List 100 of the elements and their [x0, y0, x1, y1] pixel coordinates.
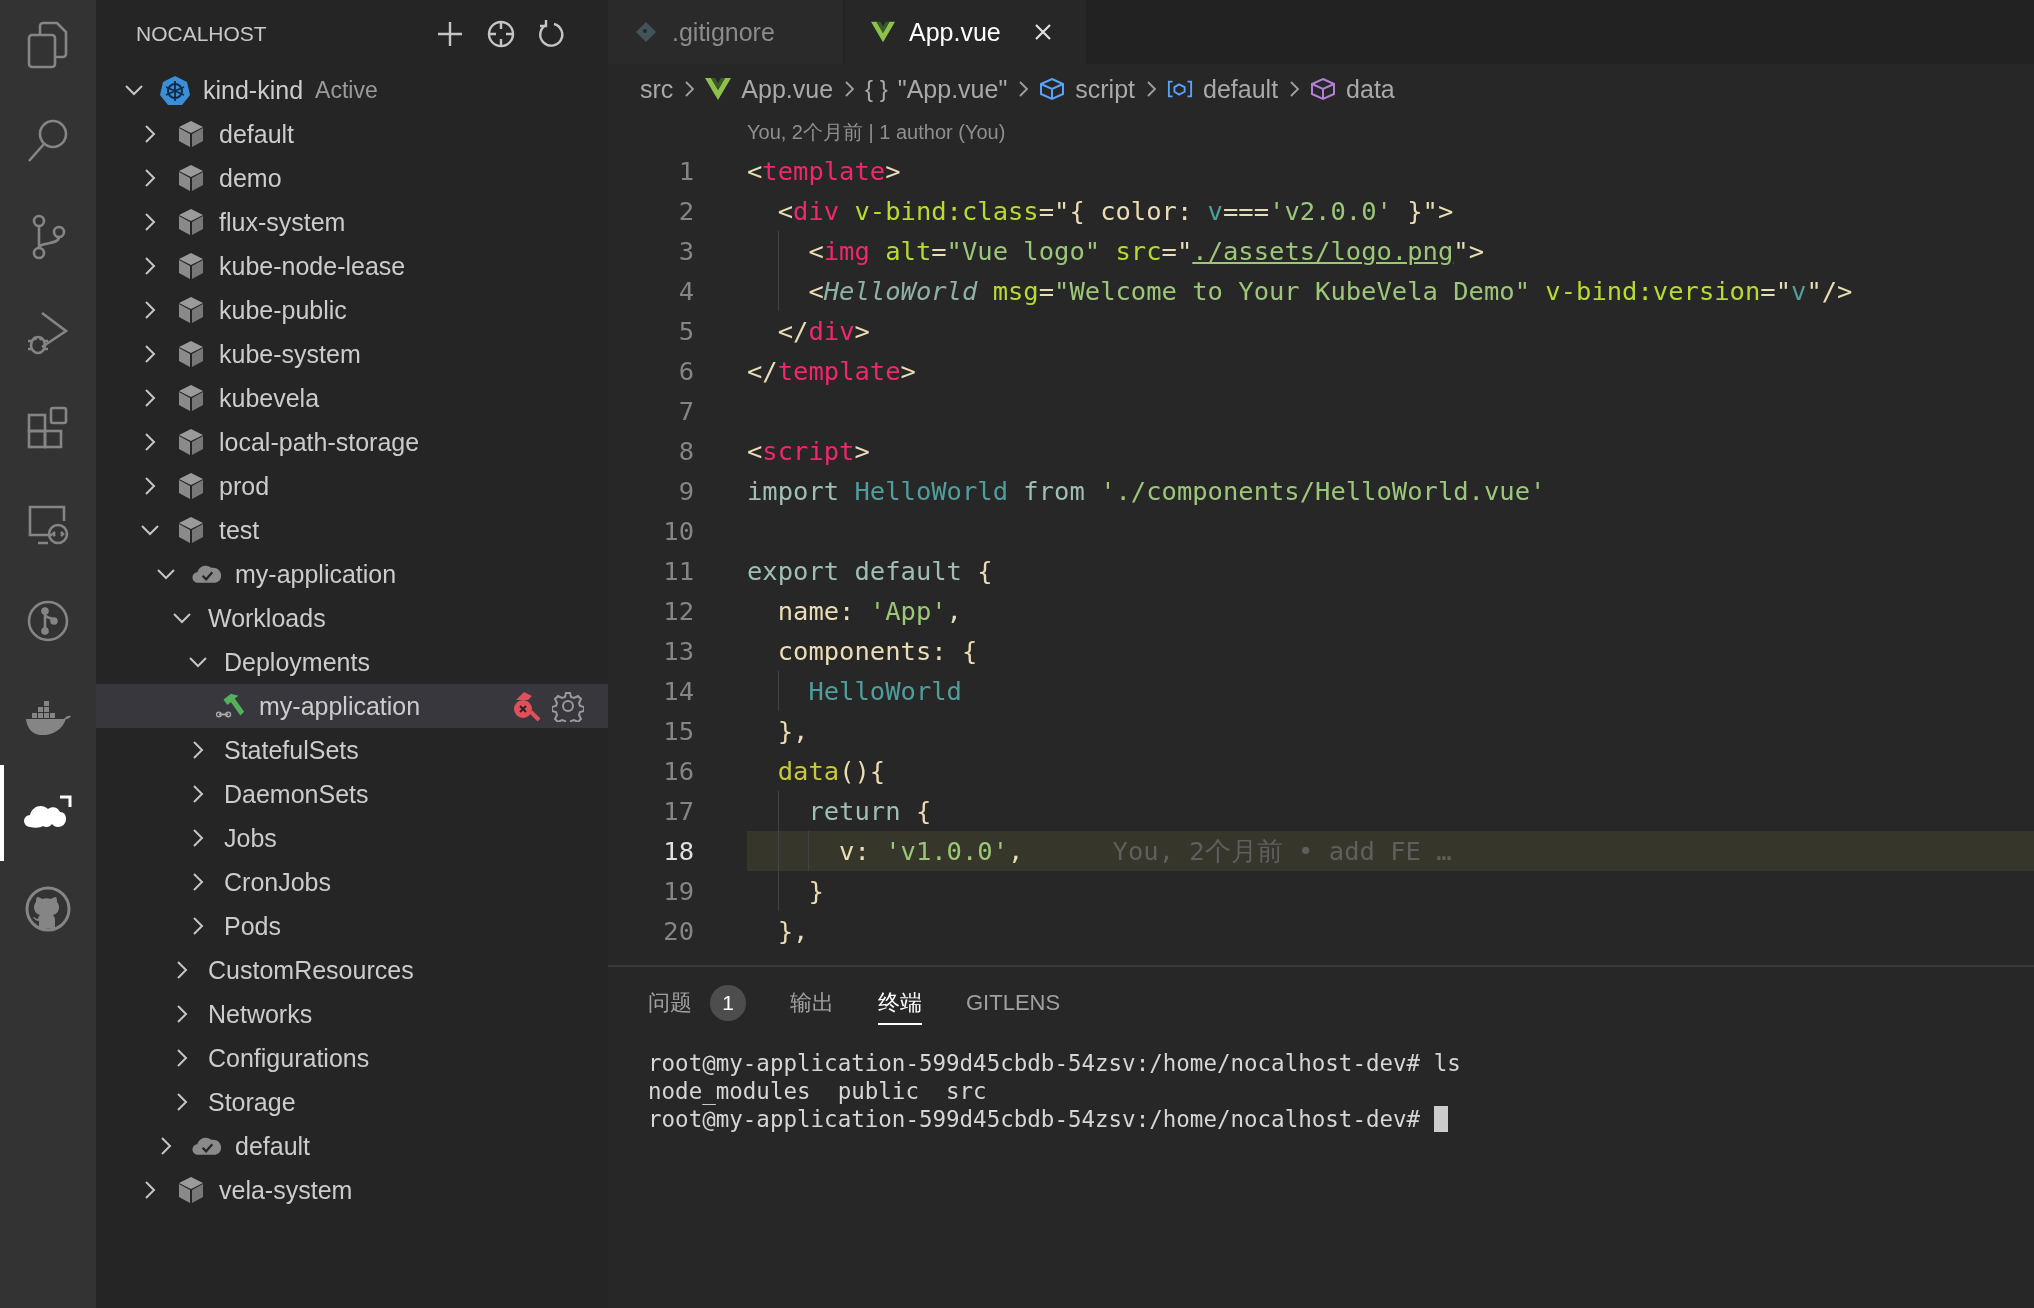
tree-item[interactable]: my-application [96, 684, 608, 728]
code-line: import HelloWorld from './components/HelloWorld.vue' [747, 476, 1546, 506]
settings-icon[interactable] [552, 690, 584, 722]
editor-tab[interactable]: .gitignore [608, 0, 843, 64]
cube-icon [176, 163, 206, 193]
braces-icon: { } [865, 75, 888, 103]
tree-item[interactable]: kube-node-lease [96, 244, 608, 288]
cube-icon [176, 515, 206, 545]
line-number: 19 [662, 876, 694, 906]
tree-item[interactable]: prod [96, 464, 608, 508]
code-line: return { [807, 796, 932, 826]
line-number: 6 [677, 356, 694, 386]
code-line: v: 'v1.0.0', [838, 836, 1024, 866]
tree-item[interactable]: kubevela [96, 376, 608, 420]
sidebar-title: NOCALHOST [136, 22, 267, 46]
panel-tab[interactable]: 输出 [790, 983, 834, 1025]
chevron-icon [1017, 79, 1030, 99]
code-line: </div> [776, 316, 870, 346]
tree-item[interactable]: StatefulSets [96, 728, 608, 772]
line-number: 2 [677, 196, 694, 226]
breadcrumb-item[interactable]: src [640, 74, 674, 104]
tree-item[interactable]: kube-public [96, 288, 608, 332]
cube-icon [176, 1175, 206, 1205]
close-icon[interactable] [1032, 22, 1053, 42]
breadcrumb-item[interactable]: data [1346, 74, 1395, 104]
terminal-line: root@my-application-599d45cbdb-54zsv:/home/nocalhost-dev# [648, 1106, 1421, 1132]
code-line: </template> [747, 356, 916, 386]
breadcrumb-item[interactable]: default [1203, 74, 1279, 104]
chevron-icon [843, 79, 856, 99]
cube-outline-icon [1039, 77, 1066, 101]
cube-icon [176, 471, 206, 501]
code-line: name: 'App', [776, 596, 962, 626]
breadcrumb-item[interactable]: "App.vue" [897, 74, 1008, 104]
terminal-line: node_modules public src [648, 1078, 987, 1104]
terminal-line: root@my-application-599d45cbdb-54zsv:/home/nocalhost-dev# ls [648, 1050, 1461, 1076]
tree-item[interactable]: default [96, 112, 608, 156]
code-line: export default { [747, 556, 993, 586]
tree-item[interactable]: vela-system [96, 1168, 608, 1212]
tree-item[interactable]: flux-system [96, 200, 608, 244]
line-number: 10 [662, 516, 694, 546]
breadcrumb-item[interactable]: script [1075, 74, 1135, 104]
tree-item[interactable]: Workloads [96, 596, 608, 640]
tree-item[interactable]: test [96, 508, 608, 552]
diamond-icon [634, 21, 658, 43]
line-number: 17 [662, 796, 694, 826]
code-line: }, [776, 916, 809, 946]
tree-item[interactable]: Deployments [96, 640, 608, 684]
code-line: components: { [776, 636, 978, 666]
breadcrumb-item[interactable]: App.vue [741, 74, 834, 104]
tree-item[interactable]: DaemonSets [96, 772, 608, 816]
tree-item[interactable]: Storage [96, 1080, 608, 1124]
tree-item[interactable]: local-path-storage [96, 420, 608, 464]
tree-item[interactable]: Jobs [96, 816, 608, 860]
panel-tab[interactable]: 终端 [878, 983, 922, 1025]
tree-item[interactable]: Pods [96, 904, 608, 948]
line-number: 16 [662, 756, 694, 786]
run-debug-icon [26, 309, 70, 357]
files-icon [26, 21, 70, 69]
code-line: data(){ [776, 756, 886, 786]
line-number: 3 [677, 236, 694, 266]
cube-icon [176, 383, 206, 413]
cube-icon [176, 119, 206, 149]
tree-item[interactable]: kind-kind Active [96, 68, 608, 112]
codelens-text[interactable]: You, 2个月前 | 1 author (You) [608, 114, 2034, 151]
code-line: }, [776, 716, 809, 746]
v-logo-icon [705, 77, 732, 101]
count-badge: 1 [710, 985, 746, 1021]
line-number: 12 [662, 596, 694, 626]
code-line: <HelloWorld msg="Welcome to Your KubeVela Demo" v-bind:version="v"/> [807, 276, 1853, 306]
helm-wheel-icon [160, 75, 190, 105]
line-number: 15 [662, 716, 694, 746]
line-number: 11 [662, 556, 694, 586]
cube-outline-icon [1310, 77, 1337, 101]
code-line: } [807, 876, 824, 906]
tree-item[interactable]: Configurations [96, 1036, 608, 1080]
code-line: <div v-bind:class="{ color: v==='v2.0.0' }"> [776, 196, 1454, 226]
line-number: 18 [662, 836, 694, 866]
panel-tab[interactable]: GITLENS [966, 983, 1061, 1025]
refresh-icon[interactable] [538, 20, 566, 48]
code-line: HelloWorld [807, 676, 962, 706]
tree-item[interactable]: default [96, 1124, 608, 1168]
line-number: 7 [677, 396, 694, 426]
chevron-icon [1288, 79, 1301, 99]
tree-item[interactable]: kube-system [96, 332, 608, 376]
editor-tab[interactable]: App.vue [845, 0, 1086, 64]
crosshair-icon[interactable] [486, 19, 516, 49]
status-label: Active [315, 76, 378, 104]
chevron-icon [683, 79, 696, 99]
cloud-icon [24, 795, 72, 831]
tree-item[interactable]: CronJobs [96, 860, 608, 904]
tree-item[interactable]: Networks [96, 992, 608, 1036]
add-icon[interactable] [436, 20, 464, 48]
code-line: <script> [747, 436, 870, 466]
tree-item[interactable]: CustomResources [96, 948, 608, 992]
tree-item[interactable]: demo [96, 156, 608, 200]
panel-tab[interactable]: 问题 1 [648, 983, 746, 1025]
cube-icon [176, 339, 206, 369]
tree-item[interactable]: my-application [96, 552, 608, 596]
line-number: 1 [677, 156, 694, 186]
github-icon [24, 885, 72, 933]
